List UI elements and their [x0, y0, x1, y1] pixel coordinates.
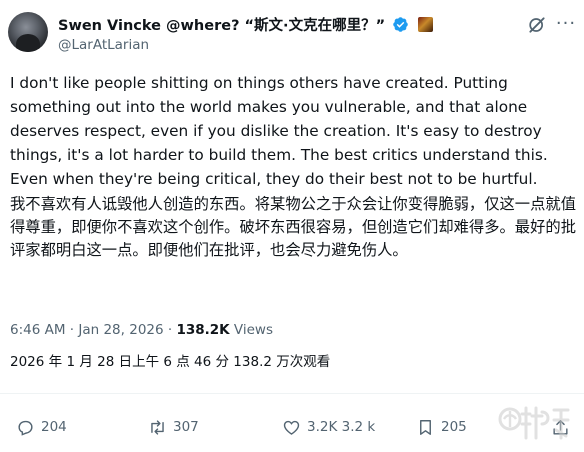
grok-icon[interactable]: [527, 15, 547, 35]
reply-count: 204: [41, 419, 67, 435]
bookmark-button[interactable]: 205: [416, 417, 467, 437]
post-text-chinese: 我不喜欢有人诋毁他人创造的东西。将某物公之于众会让你变得脆弱，仅这一点就值得尊重…: [10, 195, 576, 259]
repost-icon: [151, 419, 164, 435]
views-count: 138.2K: [176, 322, 230, 338]
heart-icon: [283, 420, 300, 435]
post-text-english: I don't like people shitting on things o…: [10, 74, 548, 188]
verified-badge-icon: [393, 16, 408, 32]
post-metadata-chinese: 2026 年 1 月 28 日上午 6 点 46 分 138.2 万次观看: [10, 354, 331, 370]
bookmark-icon: [420, 419, 431, 435]
author-display-name[interactable]: Swen Vincke @where? “斯文·文克在哪里？”: [58, 14, 385, 35]
post-timestamp[interactable]: 6:46 AM · Jan 28, 2026 ·: [10, 322, 176, 338]
post-metadata: 6:46 AM · Jan 28, 2026 · 138.2K Views: [10, 322, 273, 338]
like-count: 3.2K 3.2 k: [307, 419, 376, 435]
reply-icon: [18, 420, 33, 436]
like-button[interactable]: 3.2K 3.2 k: [282, 417, 375, 437]
repost-button[interactable]: 307: [148, 417, 199, 437]
reply-button[interactable]: 204: [16, 417, 67, 437]
views-label: Views: [229, 322, 274, 338]
more-icon[interactable]: ···: [556, 13, 576, 34]
profile-affiliate-badge[interactable]: [418, 16, 434, 32]
divider: [0, 393, 584, 394]
bookmark-count: 205: [441, 419, 467, 435]
author-name-row: Swen Vincke @where? “斯文·文克在哪里？”: [58, 13, 434, 35]
author-handle[interactable]: @LarAtLarian: [58, 37, 149, 53]
site-watermark-logo: [498, 406, 570, 440]
author-avatar[interactable]: [8, 12, 48, 52]
repost-count: 307: [173, 419, 199, 435]
